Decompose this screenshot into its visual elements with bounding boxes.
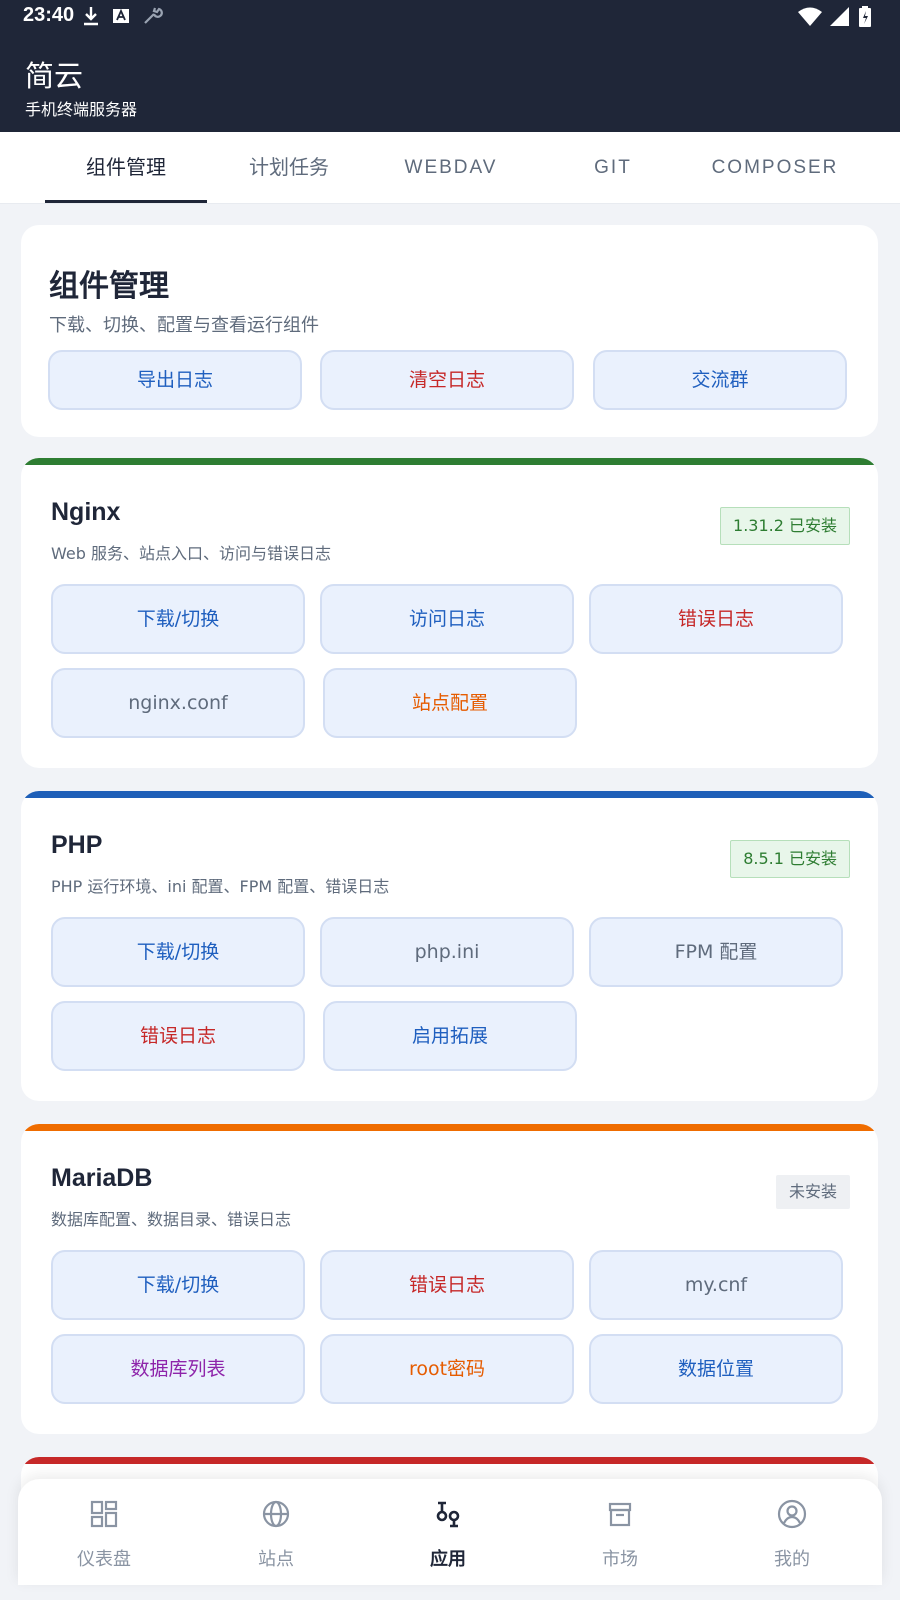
nav-item-profile[interactable]: 我的	[706, 1479, 878, 1585]
card-accent-bar	[21, 1457, 878, 1464]
font-a-icon	[113, 8, 129, 23]
php-ini-button[interactable]: php.ini	[320, 917, 574, 987]
dashboard-icon	[90, 1500, 118, 1528]
my-cnf-button[interactable]: my.cnf	[589, 1250, 843, 1320]
data-location-button[interactable]: 数据位置	[589, 1334, 843, 1404]
battery-icon	[859, 6, 871, 27]
component-name: PHP	[51, 831, 103, 859]
app-bar: 简云 手机终端服务器	[0, 33, 900, 132]
component-card-php: PHP PHP 运行环境、ini 配置、FPM 配置、错误日志 8.5.1 已安…	[21, 791, 878, 1101]
wifi-icon	[798, 7, 822, 26]
tab-components[interactable]: 组件管理	[45, 132, 207, 204]
error-log-button[interactable]: 错误日志	[320, 1250, 574, 1320]
nav-label: 我的	[774, 1549, 810, 1570]
app-subtitle: 手机终端服务器	[25, 100, 138, 119]
profile-icon	[777, 1499, 807, 1529]
app-title: 简云	[25, 59, 84, 93]
apps-icon	[436, 1501, 460, 1528]
download-switch-button[interactable]: 下载/切换	[51, 584, 305, 654]
nav-item-apps[interactable]: 应用	[362, 1479, 534, 1585]
component-description: 数据库配置、数据目录、错误日志	[51, 1210, 292, 1229]
status-badge: 未安装	[775, 1175, 850, 1209]
component-description: Web 服务、站点入口、访问与错误日志	[51, 544, 331, 563]
component-name: Nginx	[51, 498, 121, 526]
page-description: 下载、切换、配置与查看运行组件	[49, 315, 319, 336]
component-card-mariadb: MariaDB 数据库配置、数据目录、错误日志 未安装 下载/切换 错误日志 m…	[21, 1124, 878, 1434]
nav-item-sites[interactable]: 站点	[190, 1479, 362, 1585]
component-card-nginx: Nginx Web 服务、站点入口、访问与错误日志 1.31.2 已安装 下载/…	[21, 458, 878, 768]
nginx-conf-button[interactable]: nginx.conf	[51, 668, 305, 738]
tab-scheduled-tasks[interactable]: 计划任务	[208, 132, 370, 204]
component-description: PHP 运行环境、ini 配置、FPM 配置、错误日志	[51, 877, 390, 896]
signal-icon	[830, 7, 849, 26]
status-bar: 23:40	[0, 0, 900, 33]
status-time: 23:40	[23, 4, 75, 26]
status-badge: 8.5.1 已安装	[730, 840, 850, 878]
nav-item-dashboard[interactable]: 仪表盘	[18, 1479, 190, 1585]
tab-git[interactable]: GIT	[532, 132, 694, 204]
database-list-button[interactable]: 数据库列表	[51, 1334, 305, 1404]
globe-icon	[262, 1500, 290, 1528]
card-accent-bar	[21, 1124, 878, 1131]
store-icon	[608, 1502, 632, 1527]
tab-webdav[interactable]: WEBDAV	[370, 132, 532, 204]
tab-indicator	[45, 200, 207, 203]
export-log-button[interactable]: 导出日志	[48, 350, 302, 410]
nav-item-market[interactable]: 市场	[534, 1479, 706, 1585]
status-badge: 1.31.2 已安装	[720, 507, 850, 545]
tab-composer[interactable]: COMPOSER	[694, 132, 856, 204]
wrench-icon	[144, 7, 163, 24]
page-title: 组件管理	[49, 269, 169, 304]
card-accent-bar	[21, 458, 878, 465]
access-log-button[interactable]: 访问日志	[320, 584, 574, 654]
component-name: MariaDB	[51, 1164, 153, 1192]
nav-label: 站点	[258, 1549, 294, 1570]
nav-label: 市场	[602, 1549, 638, 1570]
root-password-button[interactable]: root密码	[320, 1334, 574, 1404]
community-group-button[interactable]: 交流群	[593, 350, 847, 410]
site-config-button[interactable]: 站点配置	[323, 668, 577, 738]
error-log-button[interactable]: 错误日志	[589, 584, 843, 654]
download-switch-button[interactable]: 下载/切换	[51, 1250, 305, 1320]
clear-log-button[interactable]: 清空日志	[320, 350, 574, 410]
download-icon	[84, 7, 98, 26]
card-accent-bar	[21, 791, 878, 798]
nav-label: 应用	[430, 1549, 466, 1570]
download-switch-button[interactable]: 下载/切换	[51, 917, 305, 987]
error-log-button[interactable]: 错误日志	[51, 1001, 305, 1071]
header-card: 组件管理 下载、切换、配置与查看运行组件 导出日志 清空日志 交流群	[21, 225, 878, 437]
nav-label: 仪表盘	[77, 1549, 131, 1570]
fpm-config-button[interactable]: FPM 配置	[589, 917, 843, 987]
bottom-navigation: 仪表盘 站点 应用 市场 我的	[18, 1479, 882, 1585]
enable-extensions-button[interactable]: 启用拓展	[323, 1001, 577, 1071]
tab-bar: 组件管理 计划任务 WEBDAV GIT COMPOSER	[0, 132, 900, 204]
